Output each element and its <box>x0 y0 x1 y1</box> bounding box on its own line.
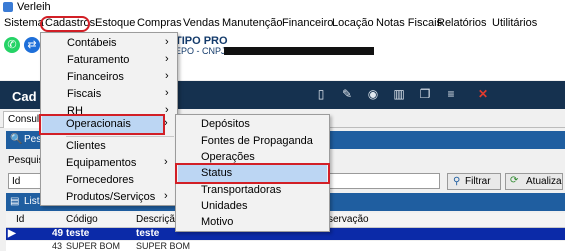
filter-button[interactable]: ⚲ Filtrar <box>447 173 501 190</box>
submenu-item-unidades[interactable]: Unidades <box>201 200 247 212</box>
menu-utilitarios[interactable]: Utilitários <box>492 17 537 29</box>
menu-item-label: Fiscais <box>67 88 102 100</box>
submenu-arrow-icon: › <box>165 36 169 48</box>
menu-item-label: Financeiros <box>67 71 124 83</box>
copy-icon[interactable]: ❐ <box>418 87 432 101</box>
refresh-icon: ⟳ <box>510 175 519 186</box>
menu-separator <box>66 136 174 137</box>
menu-vendas[interactable]: Vendas <box>183 17 220 29</box>
menu-compras[interactable]: Compras <box>137 17 182 29</box>
menu-item-label: Faturamento <box>67 54 130 66</box>
title-bar: Verleih <box>0 0 565 16</box>
cell-id: 43 <box>52 241 63 251</box>
submenu-arrow-icon: › <box>165 53 169 65</box>
submenu-item-depositos[interactable]: Depósitos <box>201 118 250 130</box>
menu-relatorios[interactable]: Relatórios <box>437 17 487 29</box>
trash-icon[interactable]: ▥ <box>392 87 406 101</box>
operacionais-highlight-box <box>39 114 165 135</box>
col-observacao[interactable]: servação <box>328 214 369 225</box>
submenu-item-fontes-propaganda[interactable]: Fontes de Propaganda <box>201 135 313 147</box>
refresh-button-label: Atualiza <box>526 176 562 187</box>
company-cnpj-label: EPO - CNPJ : <box>175 46 231 56</box>
cell-descricao: SUPER BOM <box>136 241 191 251</box>
submenu-item-operacoes[interactable]: Operações <box>201 151 255 163</box>
menu-item-clientes[interactable]: Clientes <box>40 138 176 155</box>
menu-item-produtos-servicos[interactable]: Produtos/Serviços › <box>40 189 176 206</box>
submenu-arrow-icon: › <box>164 190 168 202</box>
teamviewer-icon[interactable]: ⇄ <box>24 37 40 53</box>
view-eye-icon[interactable]: ◉ <box>366 87 380 101</box>
app-icon <box>3 2 13 12</box>
menu-item-label: Clientes <box>66 140 106 152</box>
cadastros-highlight-circle <box>40 16 90 32</box>
close-x-icon[interactable]: ✕ <box>476 87 490 101</box>
filter-search-icon: ⚲ <box>453 176 461 187</box>
menu-sistema[interactable]: Sistema <box>4 17 44 29</box>
list-panel-icon: ▤ <box>10 196 20 207</box>
submenu-arrow-icon: › <box>165 87 169 99</box>
cell-descricao: teste <box>136 228 160 239</box>
row-pointer-icon: ▶ <box>8 228 16 239</box>
search-field-id: Id <box>12 176 21 187</box>
menu-item-fornecedores[interactable]: Fornecedores <box>40 172 176 189</box>
menu-item-label: Fornecedores <box>66 174 134 186</box>
edit-pencil-icon[interactable]: ✎ <box>340 87 354 101</box>
submenu-item-motivo[interactable]: Motivo <box>201 216 233 228</box>
menu-item-label: Equipamentos <box>66 157 137 169</box>
cnpj-redacted <box>224 47 374 55</box>
cell-codigo: SUPER BOM <box>66 241 121 251</box>
submenu-arrow-icon: › <box>165 104 169 116</box>
menu-item-label: Produtos/Serviços <box>66 191 156 203</box>
form-title: Cad <box>12 89 37 104</box>
search-panel-icon: 🔍 <box>10 134 23 145</box>
menu-item-equipamentos[interactable]: Equipamentos › <box>40 155 176 172</box>
menu-item-fiscais[interactable]: Fiscais › <box>41 86 177 103</box>
col-codigo[interactable]: Código <box>66 214 98 225</box>
menu-financeiro[interactable]: Financeiro <box>282 17 333 29</box>
window-title: Verleih <box>17 1 51 13</box>
refresh-button[interactable]: ⟳ Atualiza <box>505 173 563 190</box>
cell-codigo: teste <box>66 228 90 239</box>
col-id[interactable]: Id <box>16 214 24 225</box>
cell-id: 49 <box>52 228 64 239</box>
whatsapp-icon[interactable]: ✆ <box>4 37 20 53</box>
menu-item-label: Contábeis <box>67 37 117 49</box>
menu-item-contabeis[interactable]: Contábeis › <box>41 35 177 52</box>
submenu-item-transportadoras[interactable]: Transportadoras <box>201 184 281 196</box>
table-row[interactable]: 43 SUPER BOM SUPER BOM <box>6 241 565 251</box>
menu-notas-fiscais[interactable]: Notas Fiscais <box>376 17 442 29</box>
menu-item-faturamento[interactable]: Faturamento › <box>41 52 177 69</box>
menu-locacao[interactable]: Locação <box>332 17 374 29</box>
filter-button-label: Filtrar <box>465 176 491 187</box>
menu-manutencao[interactable]: Manutenção <box>222 17 283 29</box>
submenu-arrow-icon: › <box>165 70 169 82</box>
col-descricao[interactable]: Descrição <box>136 214 180 225</box>
menu-item-financeiros[interactable]: Financeiros › <box>41 69 177 86</box>
new-document-icon[interactable]: ▯ <box>314 87 328 101</box>
status-highlight-box <box>175 163 330 184</box>
menu-estoque[interactable]: Estoque <box>95 17 135 29</box>
menu-lines-icon[interactable]: ≡ <box>444 87 458 101</box>
submenu-arrow-icon: › <box>164 156 168 168</box>
